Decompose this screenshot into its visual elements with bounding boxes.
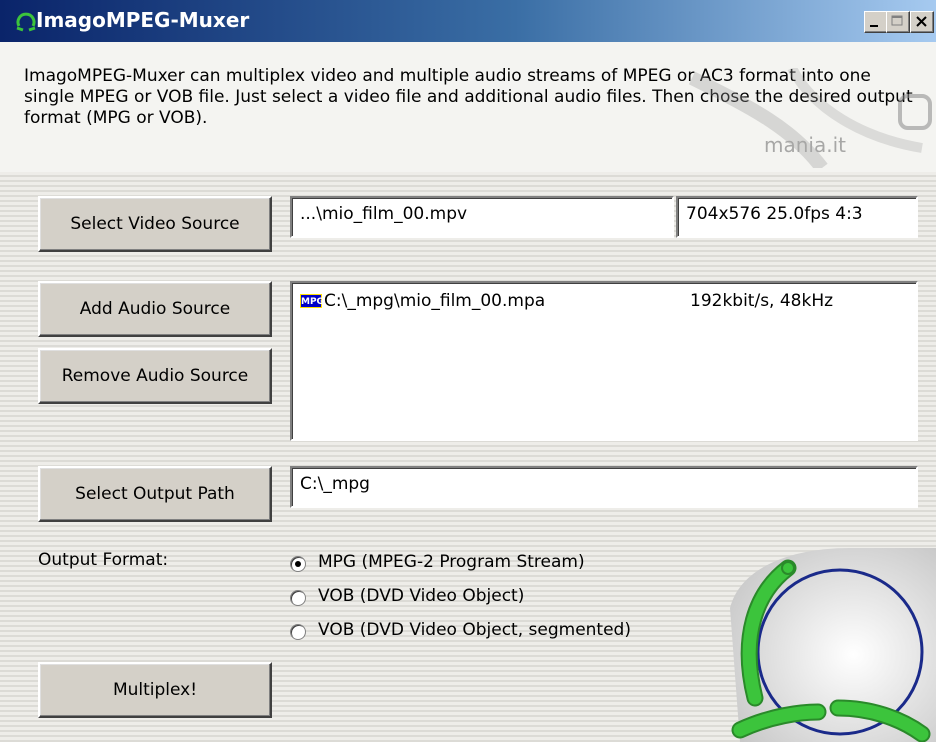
radio-vob-segmented[interactable]: VOB (DVD Video Object, segmented) bbox=[290, 620, 650, 646]
output-format-label: Output Format: bbox=[38, 550, 169, 570]
watermark-text: mania.it bbox=[764, 133, 846, 157]
watermark-logo: mania.it bbox=[688, 68, 932, 168]
close-button[interactable] bbox=[910, 11, 934, 33]
video-info-field: 704x576 25.0fps 4:3 bbox=[676, 196, 918, 238]
add-audio-source-button[interactable]: Add Audio Source bbox=[38, 281, 272, 337]
radio-selected-dot bbox=[295, 561, 301, 567]
radio-mpg-program-stream[interactable]: MPG (MPEG-2 Program Stream) bbox=[290, 552, 650, 578]
audio-file-name: C:\_mpg\mio_film_00.mpa bbox=[324, 291, 546, 311]
remove-audio-source-button[interactable]: Remove Audio Source bbox=[38, 348, 272, 404]
radio-label: VOB (DVD Video Object) bbox=[318, 586, 525, 606]
minimize-icon bbox=[870, 25, 878, 27]
radio-circle bbox=[290, 556, 306, 572]
window-title: ImagoMPEG-Muxer bbox=[36, 8, 250, 32]
title-bar[interactable]: ImagoMPEG-Muxer bbox=[0, 0, 936, 42]
audio-source-list[interactable]: MPG C:\_mpg\mio_film_00.mpa 192kbit/s, 4… bbox=[290, 281, 918, 441]
maximize-icon bbox=[891, 15, 903, 26]
select-video-source-button[interactable]: Select Video Source bbox=[38, 196, 272, 252]
multiplex-button[interactable]: Multiplex! bbox=[38, 662, 272, 718]
maximize-button[interactable] bbox=[886, 11, 910, 33]
output-path-field[interactable]: C:\_mpg bbox=[290, 466, 918, 508]
radio-label: VOB (DVD Video Object, segmented) bbox=[318, 620, 631, 640]
video-path-field[interactable]: ...\mio_film_00.mpv bbox=[290, 196, 674, 238]
app-window: ImagoMPEG-Muxer ImagoMPEG-Muxer can mult… bbox=[0, 0, 936, 742]
radio-vob-dvd-video-object[interactable]: VOB (DVD Video Object) bbox=[290, 586, 650, 612]
list-item[interactable]: MPG C:\_mpg\mio_film_00.mpa 192kbit/s, 4… bbox=[300, 291, 910, 315]
radio-circle bbox=[290, 590, 306, 606]
select-output-path-button[interactable]: Select Output Path bbox=[38, 466, 272, 522]
app-logo-icon bbox=[16, 12, 36, 32]
radio-label: MPG (MPEG-2 Program Stream) bbox=[318, 552, 585, 572]
imago-logo bbox=[730, 548, 936, 742]
close-icon bbox=[916, 16, 927, 27]
mpg-file-icon: MPG bbox=[300, 294, 324, 308]
minimize-button[interactable] bbox=[864, 11, 888, 33]
audio-file-info: 192kbit/s, 48kHz bbox=[690, 291, 834, 311]
radio-circle bbox=[290, 624, 306, 640]
